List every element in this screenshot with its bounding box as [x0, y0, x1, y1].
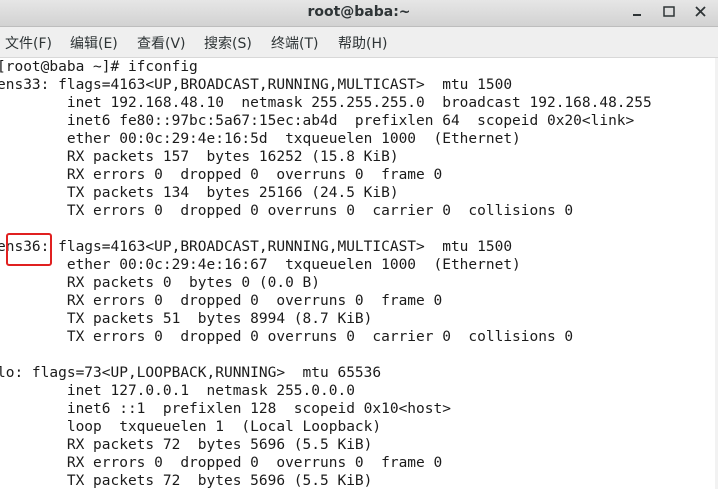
ens36-highlight-box — [6, 233, 52, 266]
menu-bar: 文件(F) 编辑(E) 查看(V) 搜索(S) 终端(T) 帮助(H) — [0, 27, 718, 58]
title-bar[interactable]: root@baba:~ — [0, 0, 718, 27]
maximize-icon[interactable] — [658, 2, 680, 22]
terminal-line: ether 00:0c:29:4e:16:5d txqueuelen 1000 … — [0, 131, 521, 147]
terminal-line: TX errors 0 dropped 0 overruns 0 carrier… — [0, 329, 574, 345]
terminal-line: inet6 fe80::97bc:5a67:15ec:ab4d prefixle… — [0, 113, 635, 129]
terminal-line: inet 127.0.0.1 netmask 255.0.0.0 — [0, 383, 355, 399]
terminal-line: TX errors 0 dropped 0 overruns 0 carrier… — [0, 203, 574, 219]
terminal-line: lo: flags=73<UP,LOOPBACK,RUNNING> mtu 65… — [0, 365, 382, 381]
terminal-line: RX packets 157 bytes 16252 (15.8 KiB) — [0, 149, 399, 165]
menu-edit[interactable]: 编辑(E) — [70, 33, 118, 53]
terminal-line: RX errors 0 dropped 0 overruns 0 frame 0 — [0, 167, 443, 183]
terminal-line: ether 00:0c:29:4e:16:67 txqueuelen 1000 … — [0, 257, 521, 273]
terminal-line: RX packets 72 bytes 5696 (5.5 KiB) — [0, 437, 373, 453]
terminal-line: ens33: flags=4163<UP,BROADCAST,RUNNING,M… — [0, 77, 513, 93]
close-icon[interactable] — [690, 2, 712, 22]
window-title: root@baba:~ — [307, 4, 411, 20]
terminal-window: root@baba:~ 文件(F) 编辑(E) 查看(V) 搜索(S) 终端(T… — [0, 0, 718, 489]
terminal-line: TX packets 134 bytes 25166 (24.5 KiB) — [0, 185, 399, 201]
terminal-line: inet 192.168.48.10 netmask 255.255.255.0… — [0, 95, 652, 111]
terminal-output[interactable]: [root@baba ~]# ifconfig ens33: flags=416… — [0, 58, 718, 489]
menu-search[interactable]: 搜索(S) — [204, 33, 252, 53]
minimize-icon[interactable] — [626, 2, 648, 22]
terminal-line: TX packets 72 bytes 5696 (5.5 KiB) — [0, 473, 373, 489]
terminal-line: loop txqueuelen 1 (Local Loopback) — [0, 419, 382, 435]
menu-file[interactable]: 文件(F) — [5, 33, 52, 53]
menu-help[interactable]: 帮助(H) — [338, 33, 387, 53]
terminal-line: RX errors 0 dropped 0 overruns 0 frame 0 — [0, 455, 443, 471]
terminal-line: inet6 ::1 prefixlen 128 scopeid 0x10<hos… — [0, 401, 451, 417]
menu-view[interactable]: 查看(V) — [137, 33, 186, 53]
terminal-line: ens36: flags=4163<UP,BROADCAST,RUNNING,M… — [0, 239, 513, 255]
terminal-line: TX packets 51 bytes 8994 (8.7 KiB) — [0, 311, 373, 327]
menu-terminal[interactable]: 终端(T) — [271, 33, 318, 53]
terminal-line: [root@baba ~]# ifconfig — [0, 59, 198, 75]
terminal-line: RX errors 0 dropped 0 overruns 0 frame 0 — [0, 293, 443, 309]
terminal-line: RX packets 0 bytes 0 (0.0 B) — [0, 275, 321, 291]
